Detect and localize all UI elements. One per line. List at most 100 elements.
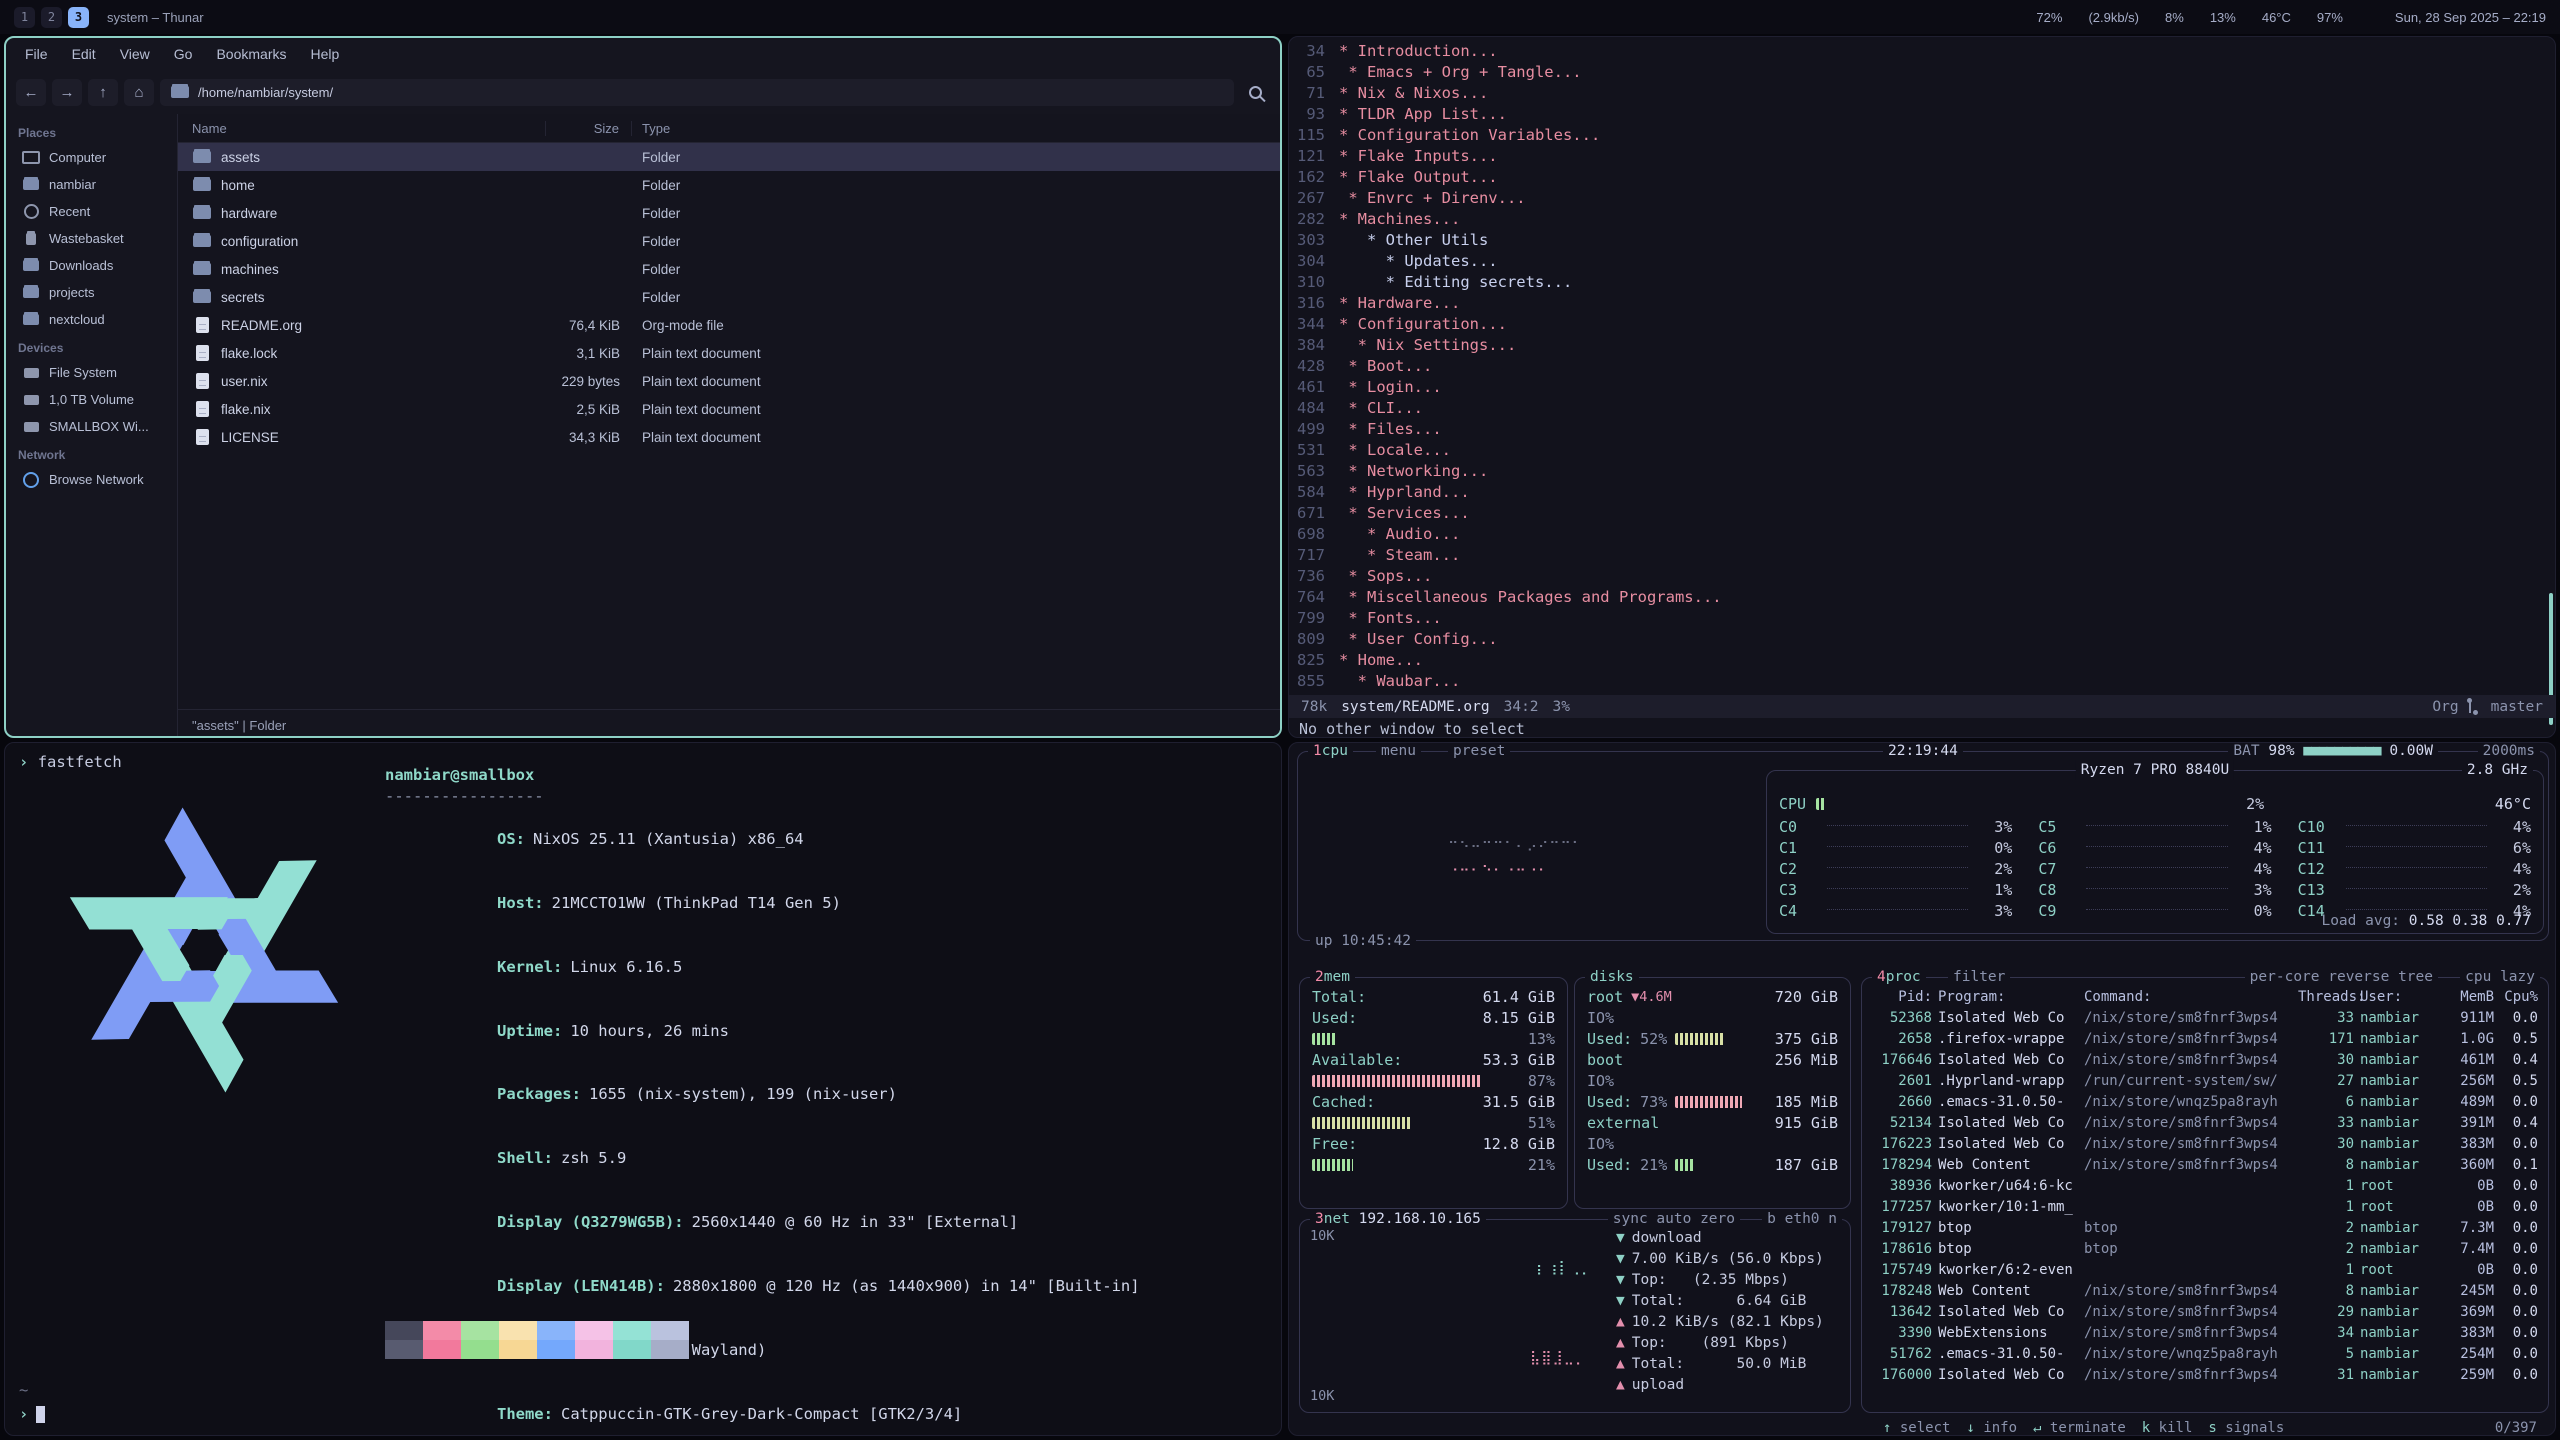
process-row[interactable]: 2660 .emacs-31.0.50- /nix/store/wnqz5pa8… bbox=[1872, 1091, 2538, 1112]
sidebar-item[interactable]: 1,0 TB Volume bbox=[6, 386, 177, 413]
file-row[interactable]: configuration Folder bbox=[178, 227, 1280, 255]
menu-item[interactable]: Go bbox=[163, 42, 204, 66]
keybind[interactable]: s signals bbox=[2208, 1420, 2284, 1436]
sidebar-item[interactable]: Recent bbox=[6, 198, 177, 225]
cpu-box-title[interactable]: 1cpu bbox=[1308, 742, 1353, 761]
process-pid: 178294 bbox=[1872, 1157, 1932, 1173]
menu-item[interactable]: Bookmarks bbox=[205, 42, 297, 66]
process-row[interactable]: 2658 .firefox-wrappe /nix/store/sm8fnrf3… bbox=[1872, 1028, 2538, 1049]
workspace-2[interactable]: 2 bbox=[41, 7, 62, 28]
net-stat-text: Top: (2.35 Mbps) bbox=[1632, 1270, 1789, 1291]
sidebar-item[interactable]: projects bbox=[6, 279, 177, 306]
proc-options[interactable]: per-core reverse tree bbox=[2245, 967, 2438, 987]
update-interval[interactable]: 2000ms bbox=[2478, 742, 2540, 761]
sidebar-item-label: 1,0 TB Volume bbox=[49, 392, 134, 407]
file-row[interactable]: flake.lock 3,1 KiB Plain text document bbox=[178, 339, 1280, 367]
org-outline-line: 499 * Files... bbox=[1289, 419, 2555, 440]
process-row[interactable]: 177257 kworker/10:1-mm_ 1 root 0B 0.0 bbox=[1872, 1196, 2538, 1217]
net-interface[interactable]: b eth0 n bbox=[1762, 1209, 1842, 1229]
menu-item[interactable]: Edit bbox=[61, 42, 107, 66]
file-row[interactable]: flake.nix 2,5 KiB Plain text document bbox=[178, 395, 1280, 423]
filter-button[interactable]: filter bbox=[1948, 967, 2010, 987]
keybind[interactable]: ↑ select bbox=[1883, 1420, 1950, 1436]
process-threads: 2 bbox=[2298, 1220, 2354, 1236]
line-number: 563 bbox=[1289, 461, 1339, 482]
process-row[interactable]: 38936 kworker/u64:6-kc 1 root 0B 0.0 bbox=[1872, 1175, 2538, 1196]
file-size: 34,3 KiB bbox=[546, 430, 632, 445]
process-user: nambiar bbox=[2360, 1010, 2434, 1026]
sidebar-item-label: projects bbox=[49, 285, 95, 300]
keybind[interactable]: k kill bbox=[2142, 1420, 2193, 1436]
menu-item[interactable]: Help bbox=[300, 42, 351, 66]
back-button[interactable]: ← bbox=[16, 79, 46, 106]
home-button[interactable]: ⌂ bbox=[124, 79, 154, 106]
net-stats: ▼ download ▼ 7.00 KiB/s (56.0 Kbps) ▼ To… bbox=[1616, 1228, 1840, 1396]
process-row[interactable]: 175749 kworker/6:2-even 1 root 0B 0.0 bbox=[1872, 1259, 2538, 1280]
direction-icon: ▼ bbox=[1616, 1249, 1625, 1270]
file-row[interactable]: LICENSE 34,3 KiB Plain text document bbox=[178, 423, 1280, 451]
org-outline-line: 461 * Login... bbox=[1289, 377, 2555, 398]
column-type[interactable]: Type bbox=[632, 121, 1280, 136]
active-prompt[interactable]: › bbox=[19, 1405, 45, 1423]
process-row[interactable]: 176223 Isolated Web Co /nix/store/sm8fnr… bbox=[1872, 1133, 2538, 1154]
workspace-1[interactable]: 1 bbox=[14, 7, 35, 28]
keybind[interactable]: ↓ info bbox=[1966, 1420, 2017, 1436]
palette-swatch bbox=[385, 1321, 423, 1340]
core-row: C12 4% bbox=[2298, 858, 2531, 879]
process-count: 0/397 bbox=[2495, 1420, 2537, 1436]
info-value: NixOS 25.11 (Xantusia) x86_64 bbox=[533, 830, 804, 848]
mem-percent: 13% bbox=[1515, 1030, 1555, 1048]
sidebar-item[interactable]: Downloads bbox=[6, 252, 177, 279]
file-row[interactable]: README.org 76,4 KiB Org-mode file bbox=[178, 311, 1280, 339]
up-button[interactable]: ↑ bbox=[88, 79, 118, 106]
process-pid: 51762 bbox=[1872, 1346, 1932, 1362]
process-row[interactable]: 51762 .emacs-31.0.50- /nix/store/wnqz5pa… bbox=[1872, 1343, 2538, 1364]
disk-used-meter bbox=[1675, 1096, 1767, 1108]
preset-button[interactable]: preset bbox=[1448, 742, 1510, 761]
file-row[interactable]: secrets Folder bbox=[178, 283, 1280, 311]
disk-used-meter bbox=[1675, 1159, 1767, 1171]
sidebar-item[interactable]: Wastebasket bbox=[6, 225, 177, 252]
sidebar-item[interactable]: nextcloud bbox=[6, 306, 177, 333]
file-row[interactable]: user.nix 229 bytes Plain text document bbox=[178, 367, 1280, 395]
file-row[interactable]: hardware Folder bbox=[178, 199, 1280, 227]
menu-button[interactable]: menu bbox=[1376, 742, 1421, 761]
file-row[interactable]: assets Folder bbox=[178, 143, 1280, 171]
process-row[interactable]: 179127 btop btop 2 nambiar 7.3M 0.0 bbox=[1872, 1217, 2538, 1238]
process-row[interactable]: 52368 Isolated Web Co /nix/store/sm8fnrf… bbox=[1872, 1007, 2538, 1028]
sidebar-item[interactable]: File System bbox=[6, 359, 177, 386]
disks-box-title[interactable]: disks bbox=[1585, 967, 1639, 987]
line-number: 428 bbox=[1289, 356, 1339, 377]
dotted-leader bbox=[1827, 824, 1968, 826]
sort-selector[interactable]: cpu lazy bbox=[2460, 967, 2540, 987]
process-row[interactable]: 2601 .Hyprland-wrapp /run/current-system… bbox=[1872, 1070, 2538, 1091]
process-row[interactable]: 3390 WebExtensions /nix/store/sm8fnrf3wp… bbox=[1872, 1322, 2538, 1343]
process-row[interactable]: 178616 btop btop 2 nambiar 7.4M 0.0 bbox=[1872, 1238, 2538, 1259]
process-row[interactable]: 178294 Web Content /nix/store/sm8fnrf3wp… bbox=[1872, 1154, 2538, 1175]
path-bar[interactable]: /home/nambiar/system/ bbox=[160, 79, 1234, 106]
info-value: 10 hours, 26 mins bbox=[570, 1022, 729, 1040]
sidebar-item[interactable]: SMALLBOX Wi... bbox=[6, 413, 177, 440]
process-row[interactable]: 176646 Isolated Web Co /nix/store/sm8fnr… bbox=[1872, 1049, 2538, 1070]
mem-box-title[interactable]: 2mem bbox=[1310, 967, 1355, 987]
sidebar-item[interactable]: Computer bbox=[6, 144, 177, 171]
workspace-3[interactable]: 3 bbox=[68, 7, 89, 28]
menu-item[interactable]: File bbox=[14, 42, 59, 66]
net-toggles[interactable]: sync auto zero bbox=[1608, 1209, 1740, 1229]
file-row[interactable]: machines Folder bbox=[178, 255, 1280, 283]
sidebar-item[interactable]: nambiar bbox=[6, 171, 177, 198]
process-row[interactable]: 52134 Isolated Web Co /nix/store/sm8fnrf… bbox=[1872, 1112, 2538, 1133]
process-row[interactable]: 178248 Web Content /nix/store/sm8fnrf3wp… bbox=[1872, 1280, 2538, 1301]
column-size[interactable]: Size bbox=[546, 121, 632, 136]
search-button[interactable] bbox=[1240, 79, 1270, 106]
forward-button[interactable]: → bbox=[52, 79, 82, 106]
proc-box-title[interactable]: 4proc bbox=[1872, 967, 1926, 987]
file-row[interactable]: home Folder bbox=[178, 171, 1280, 199]
net-box-title[interactable]: 3net 192.168.10.165 bbox=[1310, 1209, 1486, 1229]
keybind[interactable]: ↵ terminate bbox=[2033, 1420, 2126, 1436]
process-row[interactable]: 176000 Isolated Web Co /nix/store/sm8fnr… bbox=[1872, 1364, 2538, 1385]
process-row[interactable]: 13642 Isolated Web Co /nix/store/sm8fnrf… bbox=[1872, 1301, 2538, 1322]
menu-item[interactable]: View bbox=[109, 42, 161, 66]
sidebar-item[interactable]: Browse Network bbox=[6, 466, 177, 493]
column-name[interactable]: Name bbox=[178, 121, 546, 136]
